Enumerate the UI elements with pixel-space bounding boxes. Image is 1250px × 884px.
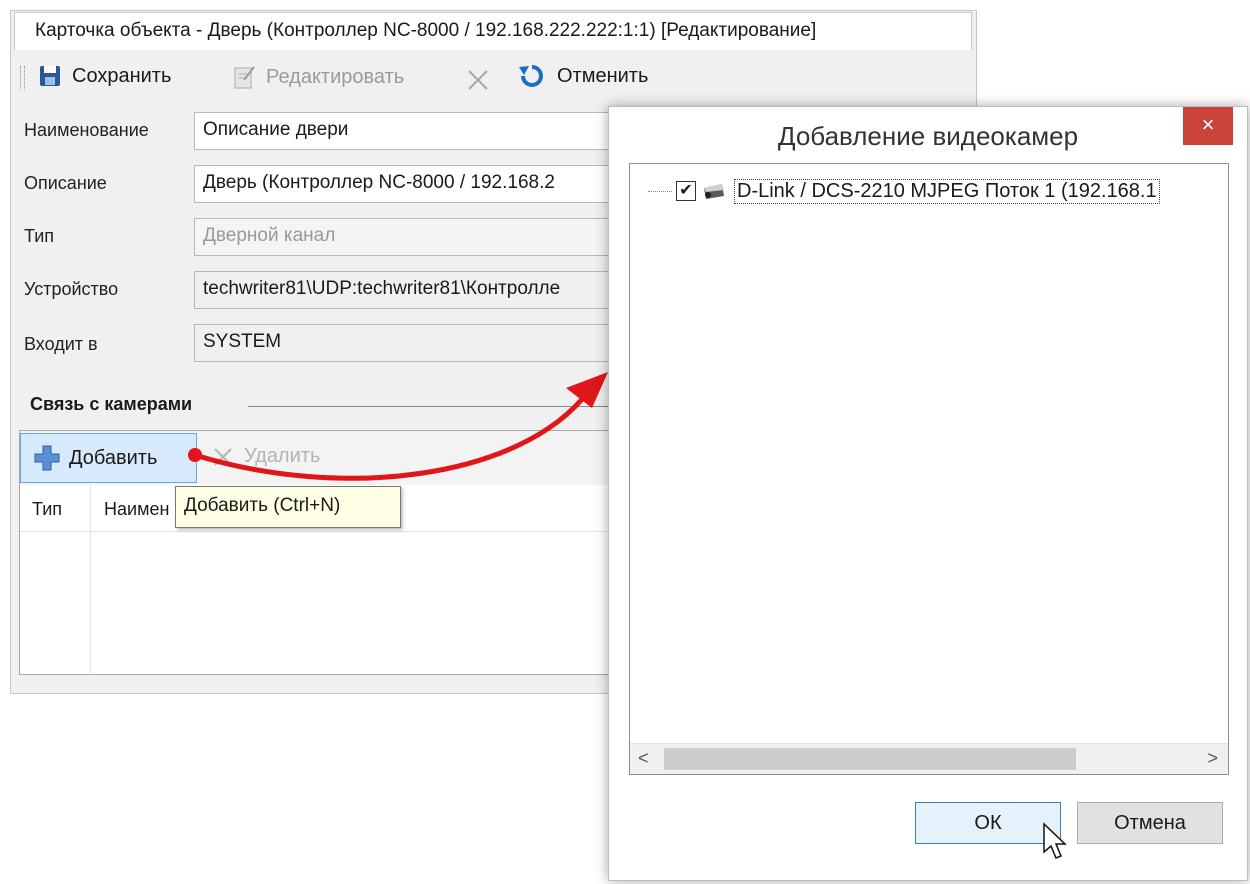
add-cameras-dialog: Добавление видеокамер × ✔ D-Link / DCS-2… bbox=[608, 106, 1248, 881]
scroll-left-icon[interactable]: < bbox=[638, 748, 649, 769]
dialog-close-button[interactable]: × bbox=[1183, 107, 1233, 145]
tree-item-label[interactable]: D-Link / DCS-2210 MJPEG Поток 1 (192.168… bbox=[734, 178, 1160, 204]
scrollbar-thumb[interactable] bbox=[664, 748, 1076, 770]
scroll-right-icon[interactable]: > bbox=[1207, 748, 1218, 769]
ok-button[interactable]: ОК bbox=[915, 802, 1061, 844]
arrow-head bbox=[566, 372, 608, 408]
horizontal-scrollbar[interactable]: < > bbox=[630, 743, 1228, 774]
tree-item-checkbox[interactable]: ✔ bbox=[676, 181, 696, 201]
camera-icon bbox=[704, 184, 724, 199]
arrow-curve bbox=[194, 390, 590, 481]
mouse-pointer-icon bbox=[1043, 822, 1067, 859]
tree-connector bbox=[648, 190, 672, 192]
camera-tree[interactable]: ✔ D-Link / DCS-2210 MJPEG Поток 1 (192.1… bbox=[629, 163, 1229, 775]
tree-item[interactable]: ✔ D-Link / DCS-2210 MJPEG Поток 1 (192.1… bbox=[648, 176, 1160, 206]
cancel-button[interactable]: Отмена bbox=[1077, 802, 1223, 844]
dialog-title: Добавление видеокамер bbox=[777, 121, 1079, 151]
